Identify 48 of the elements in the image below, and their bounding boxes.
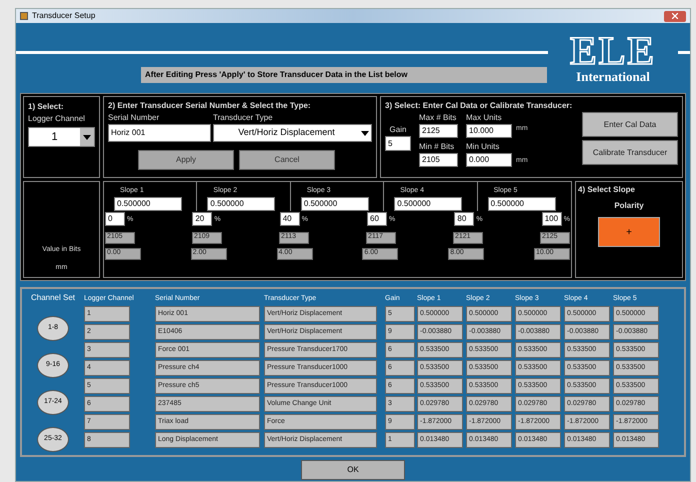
close-icon: [672, 13, 678, 19]
serial-input[interactable]: Horiz 001: [108, 124, 211, 142]
percent-input[interactable]: 20: [192, 212, 212, 226]
field-label: Logger Channel: [28, 113, 86, 125]
field-label: Serial Number: [108, 112, 160, 124]
field-label: Gain: [388, 124, 408, 136]
window-title: Transducer Setup: [32, 10, 96, 22]
close-button[interactable]: [664, 10, 686, 22]
numeric-input[interactable]: 2125: [419, 124, 458, 138]
field-label: Min Units: [466, 141, 500, 153]
section-heading: 3) Select: Enter Cal Data or Calibrate Transducer:: [385, 100, 574, 112]
section-heading: 2) Enter Transducer Serial Number & Select the Type:: [108, 100, 312, 112]
app-icon: [20, 12, 28, 20]
slope-input[interactable]: 0.500000: [394, 196, 462, 210]
channel-dropdown[interactable]: 1: [28, 127, 95, 147]
action-button[interactable]: Cancel: [239, 150, 335, 170]
action-button[interactable]: Calibrate Transducer: [582, 140, 678, 165]
dropdown-value: Vert/Horiz Displacement: [237, 126, 336, 140]
gain-input[interactable]: 5: [385, 136, 411, 151]
numeric-input[interactable]: 2105: [419, 153, 458, 167]
percent-input[interactable]: 60: [367, 212, 388, 226]
field-label: Transducer Type: [213, 112, 274, 124]
percent-input[interactable]: 100: [542, 212, 562, 226]
polarity-button[interactable]: +: [598, 217, 660, 247]
section-heading: 4) Select Slope: [578, 184, 636, 196]
slope-input[interactable]: 0.500000: [300, 196, 369, 210]
slope-input[interactable]: 0.500000: [488, 196, 556, 210]
section-heading: 1) Select:: [28, 101, 65, 113]
percent-input[interactable]: 80: [454, 212, 474, 226]
column-header: Channel Set: [30, 292, 76, 304]
dropdown-value: 1: [50, 130, 59, 145]
field-label: Min # Bits: [419, 141, 456, 153]
logo-subtitle: International: [576, 70, 650, 84]
numeric-input[interactable]: 0.000: [466, 153, 512, 167]
field-label: Polarity: [613, 200, 645, 212]
ok-button[interactable]: OK: [301, 460, 405, 480]
logo-text: ELE: [570, 32, 656, 70]
type-dropdown[interactable]: Vert/Horiz Displacement: [213, 124, 372, 142]
numeric-input[interactable]: 10.000: [466, 124, 512, 138]
slope-input[interactable]: 0.500000: [207, 196, 276, 210]
action-button[interactable]: Enter Cal Data: [582, 112, 678, 137]
instruction-banner: After Editing Press 'Apply' to Store Transducer Data in the List below: [141, 67, 547, 83]
percent-input[interactable]: 0: [105, 212, 125, 226]
field-label: Max # Bits: [419, 112, 458, 124]
field-label: Max Units: [466, 112, 503, 124]
slope-input[interactable]: 0.500000: [114, 196, 182, 210]
percent-input[interactable]: 40: [280, 212, 300, 226]
action-button[interactable]: Apply: [138, 150, 234, 170]
